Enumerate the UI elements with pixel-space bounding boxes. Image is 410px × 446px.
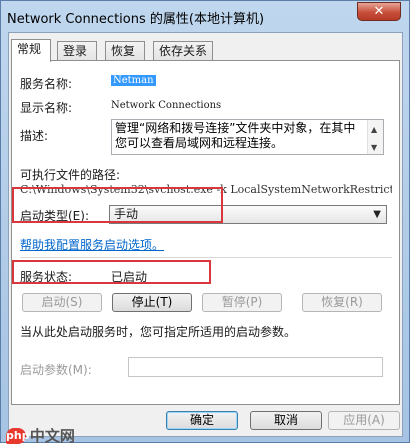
window-title: Network Connections 的属性(本地计算机) xyxy=(7,12,265,27)
start-params-label: 启动参数(M): xyxy=(20,363,92,377)
start-params-input[interactable] xyxy=(128,357,383,377)
service-name-selected-text[interactable]: Netman xyxy=(111,75,156,86)
help-configure-link[interactable]: 帮助我配置服务启动选项。 xyxy=(20,236,164,253)
dropdown-arrow-icon: ▼ xyxy=(373,209,381,220)
tab-general[interactable]: 常规 xyxy=(11,39,51,62)
description-label: 描述: xyxy=(20,129,49,143)
exe-path-label: 可执行文件的路径: xyxy=(20,168,121,182)
startup-type-highlight xyxy=(12,187,223,223)
scroll-down-icon[interactable]: ▼ xyxy=(371,140,377,155)
start-button[interactable]: 启动(S) xyxy=(22,293,102,312)
title-bar[interactable]: Network Connections 的属性(本地计算机) ✕ xyxy=(1,1,409,33)
resume-button[interactable]: 恢复(R) xyxy=(302,293,382,312)
general-tab-panel: 服务名称: Netman 显示名称: Network Connections 描… xyxy=(11,60,400,405)
service-name-value[interactable]: Netman xyxy=(111,75,156,86)
start-params-hint: 当从此处启动服务时，您可指定所适用的启动参数。 xyxy=(20,325,297,339)
description-text: 管理“网络和拨号连接”文件夹中对象，在其中您可以查看局域网和远程连接。 xyxy=(115,121,356,150)
tab-recovery[interactable]: 恢复 xyxy=(105,41,145,61)
stop-button[interactable]: 停止(T) xyxy=(112,293,192,312)
tab-logon[interactable]: 登录 xyxy=(57,41,97,61)
ok-button[interactable]: 确定 xyxy=(166,411,238,430)
cancel-button[interactable]: 取消 xyxy=(250,411,322,430)
close-button[interactable]: ✕ xyxy=(357,2,401,21)
dialog-client: 常规 登录 恢复 依存关系 服务名称: Netman 显示名称: Network… xyxy=(8,32,403,437)
divider xyxy=(20,257,392,258)
service-name-label: 服务名称: xyxy=(20,77,73,91)
apply-button[interactable]: 应用(A) xyxy=(328,411,400,430)
service-status-highlight xyxy=(12,260,211,284)
pause-button[interactable]: 暂停(P) xyxy=(202,293,282,312)
watermark-text: 中文网 xyxy=(29,427,75,445)
display-name-label: 显示名称: xyxy=(20,101,73,115)
php-logo: php xyxy=(6,427,30,444)
description-scrollbar[interactable]: ▲ ▼ xyxy=(367,120,383,154)
tab-dependencies[interactable]: 依存关系 xyxy=(153,41,213,61)
close-icon: ✕ xyxy=(373,4,385,19)
display-name-value[interactable]: Network Connections xyxy=(111,100,221,111)
properties-window: Network Connections 的属性(本地计算机) ✕ 常规 登录 恢… xyxy=(0,0,410,445)
description-box[interactable]: 管理“网络和拨号连接”文件夹中对象，在其中您可以查看局域网和远程连接。 ▲ ▼ xyxy=(111,119,384,155)
scroll-up-icon[interactable]: ▲ xyxy=(371,122,377,137)
